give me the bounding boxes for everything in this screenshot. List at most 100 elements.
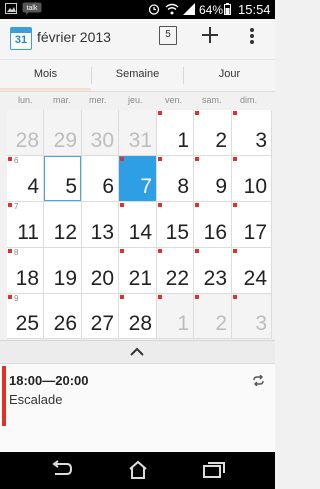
day-cell[interactable]: 28 [7,110,44,156]
day-cell[interactable]: 12 [44,202,82,248]
event-marker [120,295,124,299]
day-cell[interactable]: 31 [119,110,157,156]
battery-icon [224,3,231,18]
tab-month[interactable]: Mois [0,60,91,91]
event-marker [233,111,237,115]
month-grid: 28 29 30 31 1 2 3 6 4 5 6 7 8 9 10 7 11 12 13 14 15 16 17 8 18 19… [7,110,272,339]
home-button[interactable] [127,460,149,480]
day-cell[interactable]: 24 [232,248,272,294]
day-cell[interactable]: 26 [44,294,82,339]
day-number: 24 [243,267,267,290]
image-notification-icon [5,3,17,17]
day-cell-today[interactable]: 7 [119,156,157,202]
day-cell[interactable]: 29 [44,110,82,156]
day-cell[interactable]: 3 [232,110,272,156]
day-number: 2 [215,312,227,335]
day-cell[interactable]: 17 [232,202,272,248]
agenda-toggle[interactable] [0,340,275,363]
event-marker [120,157,124,161]
day-cell[interactable]: 64 [7,156,44,202]
day-cell[interactable]: 6 [82,156,119,202]
go-to-today-button[interactable]: 5 [159,26,177,45]
weekday-label: mer. [89,95,107,105]
day-cell[interactable]: 2 [194,110,232,156]
day-cell[interactable]: 13 [82,202,119,248]
day-number: 15 [165,221,189,244]
event-item[interactable]: 18:00—20:00 Escalade [0,364,275,426]
day-number: 26 [53,312,77,335]
day-number: 31 [128,129,152,152]
day-number: 8 [177,175,189,198]
day-number: 16 [203,221,227,244]
day-cell[interactable]: 3 [232,294,272,339]
wifi-icon [165,3,179,18]
day-cell-selected[interactable]: 5 [44,156,82,202]
weekday-label: dim. [240,95,258,105]
event-marker [195,157,199,161]
day-cell[interactable]: 9 25 [7,294,44,339]
event-marker [8,249,12,253]
overflow-menu-button[interactable] [249,27,255,50]
day-number: 3 [255,129,267,152]
day-number: 1 [177,312,189,335]
day-cell[interactable]: 1 [157,294,194,339]
event-title: Escalade [9,392,63,407]
weekday-label: jeu. [128,95,143,105]
repeat-icon [253,375,264,386]
day-cell[interactable]: 30 [82,110,119,156]
month-title[interactable]: février 2013 [37,29,111,45]
day-number: 27 [90,312,114,335]
day-cell[interactable]: 20 [82,248,119,294]
day-cell[interactable]: 19 [44,248,82,294]
day-number: 19 [53,267,77,290]
day-cell[interactable]: 7 11 [7,202,44,248]
event-marker [8,203,12,207]
active-tab-indicator [0,88,91,91]
day-cell[interactable]: 28 [119,294,157,339]
event-marker [158,157,162,161]
event-time: 18:00—20:00 [9,373,89,388]
recent-apps-button[interactable] [203,461,225,479]
event-marker [158,249,162,253]
tab-day[interactable]: Jour [184,60,275,91]
day-cell[interactable]: 16 [194,202,232,248]
day-number: 18 [15,267,39,290]
day-number: 22 [165,267,189,290]
day-number: 2 [215,129,227,152]
add-event-button[interactable] [201,26,219,49]
battery-percent: 64% [199,3,224,17]
day-number: 20 [90,267,114,290]
alarm-icon [148,3,160,18]
day-cell[interactable]: 14 [119,202,157,248]
day-cell[interactable]: 27 [82,294,119,339]
event-marker [195,295,199,299]
back-button[interactable] [50,460,74,480]
day-cell[interactable]: 8 [157,156,194,202]
day-cell[interactable]: 21 [119,248,157,294]
weekday-label: sam. [202,95,222,105]
day-cell[interactable]: 1 [157,110,194,156]
day-cell[interactable]: 22 [157,248,194,294]
day-number: 14 [128,221,152,244]
signal-icon [183,3,195,18]
calendar-app-icon[interactable]: 31 [10,27,32,50]
day-number: 29 [53,129,77,152]
event-marker [158,111,162,115]
day-cell[interactable]: 23 [194,248,232,294]
day-number: 5 [65,175,77,198]
day-cell[interactable]: 8 18 [7,248,44,294]
tab-week[interactable]: Semaine [92,60,183,91]
week-number: 7 [14,202,19,211]
event-color-bar [2,366,6,426]
day-cell[interactable]: 9 [194,156,232,202]
back-icon [52,460,73,475]
view-tabs: Mois Semaine Jour [0,60,275,92]
day-number: 3 [255,312,267,335]
event-marker [158,295,162,299]
week-number: 8 [14,248,19,257]
event-marker [233,203,237,207]
day-cell[interactable]: 15 [157,202,194,248]
talk-icon: talk [22,2,42,18]
day-cell[interactable]: 10 [232,156,272,202]
day-cell[interactable]: 2 [194,294,232,339]
